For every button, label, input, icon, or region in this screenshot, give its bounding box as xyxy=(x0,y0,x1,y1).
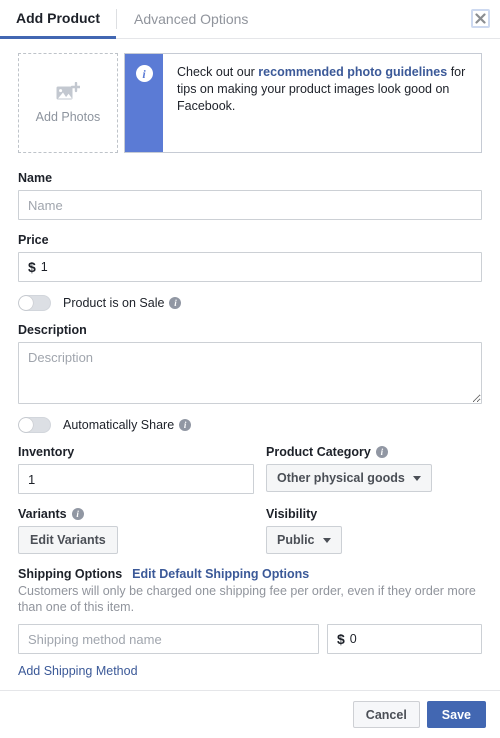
product-category-dropdown[interactable]: Other physical goods xyxy=(266,464,432,492)
shipping-price-value: 0 xyxy=(349,632,357,646)
visibility-label-text: Visibility xyxy=(266,507,318,521)
inventory-field-block: Inventory xyxy=(18,445,254,494)
shipping-method-name-wrap xyxy=(18,624,319,654)
add-photo-icon xyxy=(56,82,80,100)
product-on-sale-toggle[interactable] xyxy=(18,295,51,311)
product-on-sale-label-text: Product is on Sale xyxy=(63,296,165,310)
shipping-price-currency: $ xyxy=(337,631,345,647)
add-shipping-method-link[interactable]: Add Shipping Method xyxy=(18,664,138,678)
callout-text: Check out our recommended photo guidelin… xyxy=(163,54,481,152)
name-field-block: Name xyxy=(18,171,482,220)
inventory-label-text: Inventory xyxy=(18,445,75,459)
tab-add-product[interactable]: Add Product xyxy=(0,0,116,39)
tab-advanced-options-label: Advanced Options xyxy=(134,11,249,27)
product-category-block: Product Category i Other physical goods xyxy=(266,445,482,494)
name-label-text: Name xyxy=(18,171,53,185)
shipping-method-name-input[interactable] xyxy=(18,624,319,654)
price-field-block: Price $ 1 xyxy=(18,233,482,282)
add-photos-dropzone[interactable]: Add Photos xyxy=(18,53,118,153)
edit-variants-button[interactable]: Edit Variants xyxy=(18,526,118,554)
info-icon[interactable]: i xyxy=(375,446,388,458)
description-label-text: Description xyxy=(18,323,87,337)
price-input[interactable]: $ 1 xyxy=(18,252,482,282)
variants-block: Variants i Edit Variants xyxy=(18,507,254,554)
description-label: Description xyxy=(18,323,482,337)
automatically-share-row: Automatically Share i xyxy=(18,417,482,433)
shipping-header: Shipping Options Edit Default Shipping O… xyxy=(18,567,482,581)
photo-section: Add Photos i Check out our recommended p… xyxy=(18,53,482,153)
product-on-sale-label: Product is on Sale i xyxy=(63,296,182,310)
info-icon: i xyxy=(135,65,153,82)
inventory-input[interactable] xyxy=(18,464,254,494)
photo-guidelines-callout: i Check out our recommended photo guidel… xyxy=(124,53,482,153)
shipping-note: Customers will only be charged one shipp… xyxy=(18,584,476,614)
tab-add-product-label: Add Product xyxy=(16,10,100,26)
visibility-block: Visibility Public xyxy=(266,507,482,554)
dialog-footer: Cancel Save xyxy=(0,690,500,738)
info-icon[interactable]: i xyxy=(179,419,192,431)
price-value: 1 xyxy=(40,260,48,274)
inventory-category-row: Inventory Product Category i Other physi… xyxy=(18,445,482,494)
product-category-label-text: Product Category xyxy=(266,445,371,459)
shipping-price-input[interactable]: $ 0 xyxy=(327,624,482,654)
edit-default-shipping-options-link[interactable]: Edit Default Shipping Options xyxy=(132,567,309,581)
name-label: Name xyxy=(18,171,482,185)
automatically-share-toggle[interactable] xyxy=(18,417,51,433)
description-field-block: Description xyxy=(18,323,482,404)
info-icon[interactable]: i xyxy=(169,297,182,309)
price-label-text: Price xyxy=(18,233,49,247)
callout-text-before: Check out our xyxy=(177,65,259,79)
visibility-dropdown[interactable]: Public xyxy=(266,526,342,554)
price-label: Price xyxy=(18,233,482,247)
add-product-form: Add Photos i Check out our recommended p… xyxy=(0,39,500,678)
product-category-selected: Other physical goods xyxy=(277,471,405,485)
variants-label: Variants i xyxy=(18,507,254,521)
variants-label-text: Variants xyxy=(18,507,67,521)
shipping-options-section: Shipping Options Edit Default Shipping O… xyxy=(18,567,482,678)
tab-bar: Add Product Advanced Options xyxy=(0,0,500,39)
description-textarea[interactable] xyxy=(18,342,482,404)
tab-advanced-options[interactable]: Advanced Options xyxy=(116,9,264,29)
photo-guidelines-link[interactable]: recommended photo guidelines xyxy=(258,65,447,79)
chevron-down-icon xyxy=(322,537,331,543)
chevron-down-icon xyxy=(412,475,421,481)
shipping-options-title: Shipping Options xyxy=(18,567,123,581)
visibility-label: Visibility xyxy=(266,507,482,521)
shipping-price-wrap: $ 0 xyxy=(327,624,482,654)
add-photos-label: Add Photos xyxy=(35,110,101,124)
variants-visibility-row: Variants i Edit Variants Visibility Publ… xyxy=(18,507,482,554)
product-on-sale-row: Product is on Sale i xyxy=(18,295,482,311)
visibility-selected: Public xyxy=(277,533,315,547)
info-icon[interactable]: i xyxy=(71,508,84,520)
price-currency-symbol: $ xyxy=(28,259,36,275)
shipping-method-row: $ 0 xyxy=(18,624,482,654)
close-icon xyxy=(475,13,486,24)
automatically-share-label: Automatically Share i xyxy=(63,418,192,432)
close-button[interactable] xyxy=(471,9,490,28)
save-button[interactable]: Save xyxy=(426,701,486,728)
automatically-share-label-text: Automatically Share xyxy=(63,418,175,432)
toggle-knob xyxy=(19,418,33,432)
cancel-button[interactable]: Cancel xyxy=(352,701,420,728)
name-input[interactable] xyxy=(18,190,482,220)
callout-icon-strip: i xyxy=(125,54,163,152)
inventory-label: Inventory xyxy=(18,445,254,459)
product-category-label: Product Category i xyxy=(266,445,482,459)
toggle-knob xyxy=(19,296,33,310)
